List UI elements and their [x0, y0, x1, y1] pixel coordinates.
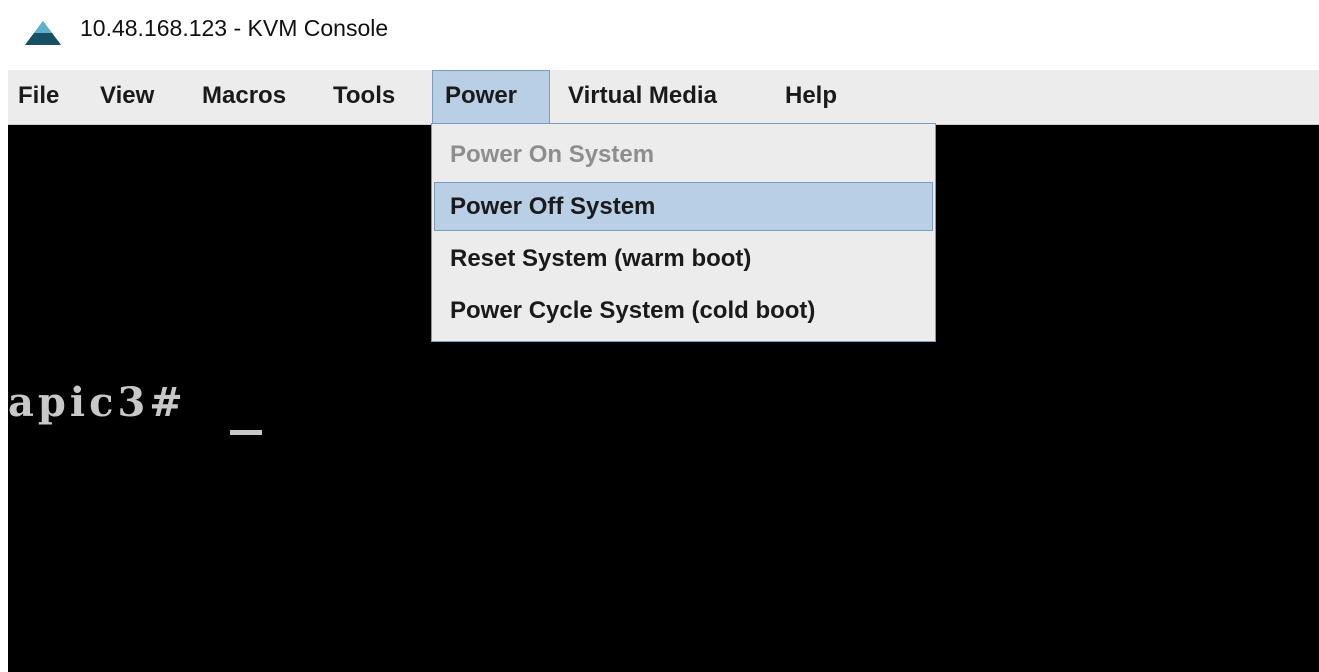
menu-tools[interactable]: Tools — [333, 70, 395, 124]
menu-file[interactable]: File — [18, 70, 59, 124]
shell-prompt: apic3# — [8, 379, 187, 426]
window-title: 10.48.168.123 - KVM Console — [80, 15, 389, 41]
menu-help[interactable]: Help — [785, 70, 837, 124]
title-bar: 10.48.168.123 - KVM Console — [0, 0, 1319, 66]
menu-macros[interactable]: Macros — [202, 70, 286, 124]
power-off-system-item[interactable]: Power Off System — [434, 182, 933, 231]
power-menu-dropdown: Power On System Power Off System Reset S… — [431, 123, 936, 342]
power-cycle-system-item[interactable]: Power Cycle System (cold boot) — [434, 286, 933, 335]
triangle-logo-icon — [25, 21, 61, 45]
text-cursor — [230, 430, 262, 435]
menu-power[interactable]: Power — [432, 70, 550, 124]
kvm-console-window: 10.48.168.123 - KVM Console File View Ma… — [0, 0, 1319, 672]
menu-virtual-media[interactable]: Virtual Media — [568, 70, 717, 124]
reset-system-item[interactable]: Reset System (warm boot) — [434, 234, 933, 283]
menu-bar: File View Macros Tools Power Virtual Med… — [8, 70, 1319, 125]
power-on-system-item[interactable]: Power On System — [434, 130, 933, 179]
menu-view[interactable]: View — [100, 70, 154, 124]
